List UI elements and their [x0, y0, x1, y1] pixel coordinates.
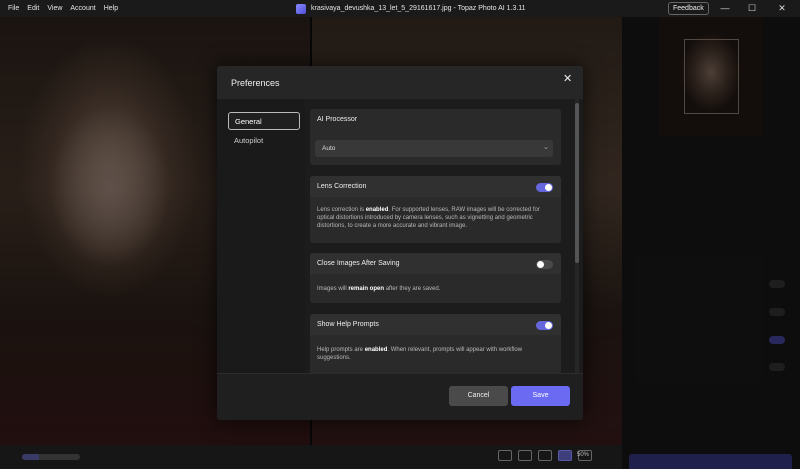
tab-general[interactable]: General — [228, 112, 300, 130]
lens-correction-card: Lens Correction Lens correction is enabl… — [310, 176, 561, 243]
dialog-title: Preferences — [231, 78, 280, 88]
split-view-icon[interactable] — [538, 450, 552, 461]
side-by-side-icon[interactable] — [518, 450, 532, 461]
menu-file[interactable]: File — [4, 0, 23, 17]
minimize-icon[interactable]: — — [715, 0, 735, 17]
menu-view[interactable]: View — [43, 0, 66, 17]
lens-correction-title: Lens Correction — [317, 183, 367, 190]
help-prompts-card: Show Help Prompts Help prompts are enabl… — [310, 314, 561, 373]
save-button[interactable]: Save — [511, 386, 570, 406]
dialog-footer: Cancel Save — [217, 373, 583, 420]
menu-edit[interactable]: Edit — [23, 0, 43, 17]
processing-progress — [22, 454, 80, 460]
ai-processor-value: Auto — [322, 145, 336, 152]
topaz-logo-icon — [296, 3, 306, 14]
close-after-saving-title: Close Images After Saving — [317, 260, 400, 267]
ai-processor-title: AI Processor — [317, 116, 358, 123]
preferences-sidebar: General Autopilot — [217, 99, 305, 373]
close-window-icon[interactable]: ✕ — [772, 0, 792, 17]
cancel-button[interactable]: Cancel — [449, 386, 508, 406]
comparison-view-icon[interactable] — [558, 450, 572, 461]
window-title: krasivaya_devushka_13_let_5_29161617.jpg… — [296, 0, 526, 17]
tab-autopilot[interactable]: Autopilot — [228, 132, 300, 150]
help-prompts-description: Help prompts are enabled. When relevant,… — [317, 347, 523, 361]
dialog-header: Preferences ✕ — [217, 66, 583, 99]
close-after-saving-toggle[interactable] — [536, 260, 553, 269]
help-prompts-title: Show Help Prompts — [317, 321, 379, 328]
window-title-text: krasivaya_devushka_13_let_5_29161617.jpg… — [311, 5, 526, 12]
close-after-saving-card: Close Images After Saving Images will re… — [310, 253, 561, 303]
ai-processor-card: AI Processor Auto ⌄ — [310, 109, 561, 165]
scrollbar-thumb[interactable] — [575, 103, 579, 263]
close-icon[interactable]: ✕ — [563, 72, 572, 85]
feedback-button[interactable]: Feedback — [668, 2, 709, 15]
right-panel — [622, 17, 800, 469]
single-view-icon[interactable] — [498, 450, 512, 461]
menu-bar: File Edit View Account Help — [0, 0, 122, 17]
content-scrollbar[interactable] — [575, 99, 579, 373]
chevron-down-icon: ⌄ — [543, 144, 549, 151]
help-prompts-toggle[interactable] — [536, 321, 553, 330]
close-after-saving-description: Images will remain open after they are s… — [317, 286, 441, 292]
panel-overlay — [622, 17, 800, 469]
menu-account[interactable]: Account — [66, 0, 99, 17]
ai-processor-select[interactable]: Auto ⌄ — [315, 140, 553, 157]
preferences-dialog: Preferences ✕ General Autopilot AI Proce… — [217, 66, 583, 420]
zoom-level[interactable]: 50% — [577, 452, 589, 458]
lens-correction-toggle[interactable] — [536, 183, 553, 192]
title-bar: File Edit View Account Help krasivaya_de… — [0, 0, 800, 17]
preferences-content: AI Processor Auto ⌄ Lens Correction Lens… — [305, 99, 583, 373]
lens-correction-description: Lens correction is enabled. For supporte… — [317, 207, 540, 229]
maximize-icon[interactable]: ☐ — [742, 0, 762, 17]
menu-help[interactable]: Help — [100, 0, 122, 17]
